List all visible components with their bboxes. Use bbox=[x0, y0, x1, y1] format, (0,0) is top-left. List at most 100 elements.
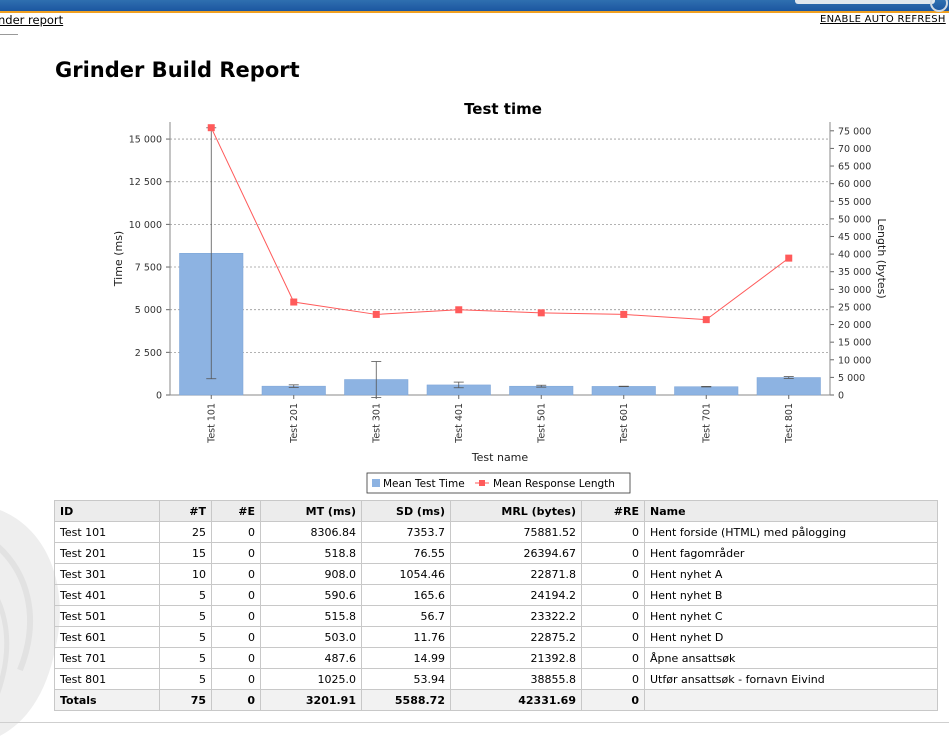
table-cell: 22871.8 bbox=[450, 563, 582, 585]
y2-tick-label: 35 000 bbox=[838, 267, 871, 278]
col-header-response-errors[interactable]: #RE bbox=[581, 500, 645, 522]
col-header-mean-time[interactable]: MT (ms) bbox=[260, 500, 362, 522]
table-cell: 487.6 bbox=[260, 647, 362, 669]
bar bbox=[591, 386, 656, 396]
response-length-point bbox=[207, 124, 215, 132]
y2-tick-label: 10 000 bbox=[838, 355, 871, 366]
table-cell: 53.94 bbox=[361, 668, 451, 690]
totals-cell bbox=[644, 689, 938, 711]
table-cell: 0 bbox=[211, 584, 261, 606]
table-row: Test 701 5 0 487.6 14.99 21392.8 0 Åpne ansatts… bbox=[54, 647, 938, 669]
table-cell: 75881.52 bbox=[450, 521, 582, 543]
table-row: Test 601 5 0 503.0 11.76 22875.2 0 Hent nyhet D bbox=[54, 626, 938, 648]
browser-top-bar bbox=[0, 0, 949, 13]
table-cell: Test 301 bbox=[54, 563, 160, 585]
enable-auto-refresh-link[interactable]: ENABLE AUTO REFRESH bbox=[820, 14, 946, 25]
response-length-point bbox=[290, 298, 298, 306]
table-cell: Test 501 bbox=[54, 605, 160, 627]
legend-swatch-marker bbox=[479, 480, 485, 486]
results-table: ID #T #E MT (ms) SD (ms) MRL (bytes) #RE… bbox=[54, 500, 938, 711]
y-tick-label: 0 bbox=[156, 391, 162, 402]
totals-cell: 42331.69 bbox=[450, 689, 582, 711]
legend-swatch-bar bbox=[372, 479, 380, 487]
table-cell: 515.8 bbox=[260, 605, 362, 627]
x-axis-label: Test name bbox=[471, 451, 529, 464]
table-row: Test 301 10 0 908.0 1054.46 22871.8 0 Hent nyhe… bbox=[54, 563, 938, 585]
table-cell: 165.6 bbox=[361, 584, 451, 606]
table-cell: Åpne ansattsøk bbox=[644, 647, 938, 669]
x-tick-label: Test 201 bbox=[289, 403, 300, 444]
y2-tick-label: 20 000 bbox=[838, 320, 871, 331]
table-cell: 590.6 bbox=[260, 584, 362, 606]
response-length-point bbox=[620, 310, 628, 318]
table-cell: Utfør ansattsøk - fornavn Eivind bbox=[644, 668, 938, 690]
table-cell: 5 bbox=[159, 605, 212, 627]
totals-cell: 5588.72 bbox=[361, 689, 451, 711]
totals-cell: 75 bbox=[159, 689, 212, 711]
table-cell: 0 bbox=[581, 521, 645, 543]
search-box-edge bbox=[795, 0, 935, 4]
col-header-name[interactable]: Name bbox=[644, 500, 938, 522]
col-header-tests[interactable]: #T bbox=[159, 500, 212, 522]
table-cell: 0 bbox=[211, 521, 261, 543]
table-cell: 22875.2 bbox=[450, 626, 582, 648]
table-cell: 1025.0 bbox=[260, 668, 362, 690]
table-cell: Test 701 bbox=[54, 647, 160, 669]
table-cell: 0 bbox=[581, 668, 645, 690]
breadcrumb-link[interactable]: nder report bbox=[0, 13, 63, 27]
y2-tick-label: 65 000 bbox=[838, 162, 871, 173]
table-cell: 24194.2 bbox=[450, 584, 582, 606]
table-row: Test 801 5 0 1025.0 53.94 38855.8 0 Utfør ansat… bbox=[54, 668, 938, 690]
x-tick-label: Test 401 bbox=[454, 403, 465, 444]
table-cell: 0 bbox=[211, 563, 261, 585]
col-header-mean-response-length[interactable]: MRL (bytes) bbox=[450, 500, 582, 522]
y2-tick-label: 25 000 bbox=[838, 302, 871, 313]
y2-axis-label: Length (bytes) bbox=[875, 218, 888, 298]
table-cell: 5 bbox=[159, 647, 212, 669]
y-tick-label: 7 500 bbox=[135, 263, 162, 274]
y-tick-label: 15 000 bbox=[129, 135, 162, 146]
table-header-row: ID #T #E MT (ms) SD (ms) MRL (bytes) #RE… bbox=[54, 500, 938, 522]
table-cell: 25 bbox=[159, 521, 212, 543]
search-icon[interactable] bbox=[930, 0, 948, 12]
table-cell: 7353.7 bbox=[361, 521, 451, 543]
table-row: Test 201 15 0 518.8 76.55 26394.67 0 Hent fagom… bbox=[54, 542, 938, 564]
table-cell: 5 bbox=[159, 584, 212, 606]
table-cell: 0 bbox=[581, 584, 645, 606]
x-tick-label: Test 801 bbox=[784, 403, 795, 444]
legend-label-mean-response-length: Mean Response Length bbox=[493, 478, 615, 490]
y2-tick-label: 15 000 bbox=[838, 338, 871, 349]
y2-tick-label: 40 000 bbox=[838, 250, 871, 261]
breadcrumb-divider bbox=[0, 34, 18, 35]
response-length-point bbox=[702, 316, 710, 324]
table-cell: 11.76 bbox=[361, 626, 451, 648]
x-tick-label: Test 501 bbox=[536, 403, 547, 444]
table-row: Test 501 5 0 515.8 56.7 23322.2 0 Hent nyhet C bbox=[54, 605, 938, 627]
legend-label-mean-test-time: Mean Test Time bbox=[383, 478, 465, 490]
col-header-std-dev[interactable]: SD (ms) bbox=[361, 500, 451, 522]
table-body: Test 101 25 0 8306.84 7353.7 75881.52 0 Hent fo… bbox=[54, 521, 938, 711]
table-cell: Hent nyhet A bbox=[644, 563, 938, 585]
col-header-id[interactable]: ID bbox=[54, 500, 160, 522]
table-cell: Hent fagområder bbox=[644, 542, 938, 564]
table-cell: 518.8 bbox=[260, 542, 362, 564]
table-cell: 15 bbox=[159, 542, 212, 564]
y-axis-label: Time (ms) bbox=[112, 231, 125, 287]
bar bbox=[756, 377, 821, 396]
totals-row: Totals 75 0 3201.91 5588.72 42331.69 0 bbox=[54, 689, 938, 711]
table-cell: 76.55 bbox=[361, 542, 451, 564]
table-cell: 10 bbox=[159, 563, 212, 585]
table-cell: 0 bbox=[211, 626, 261, 648]
table-cell: 0 bbox=[211, 668, 261, 690]
table-cell: 0 bbox=[211, 647, 261, 669]
x-tick-label: Test 601 bbox=[619, 403, 630, 444]
table-cell: Test 201 bbox=[54, 542, 160, 564]
col-header-errors[interactable]: #E bbox=[211, 500, 261, 522]
y2-tick-label: 75 000 bbox=[838, 126, 871, 137]
table-cell: 0 bbox=[581, 605, 645, 627]
table-cell: 1054.46 bbox=[361, 563, 451, 585]
table-cell: Test 101 bbox=[54, 521, 160, 543]
y2-tick-label: 55 000 bbox=[838, 197, 871, 208]
totals-cell: 0 bbox=[581, 689, 645, 711]
table-row: Test 101 25 0 8306.84 7353.7 75881.52 0 Hent fo… bbox=[54, 521, 938, 543]
